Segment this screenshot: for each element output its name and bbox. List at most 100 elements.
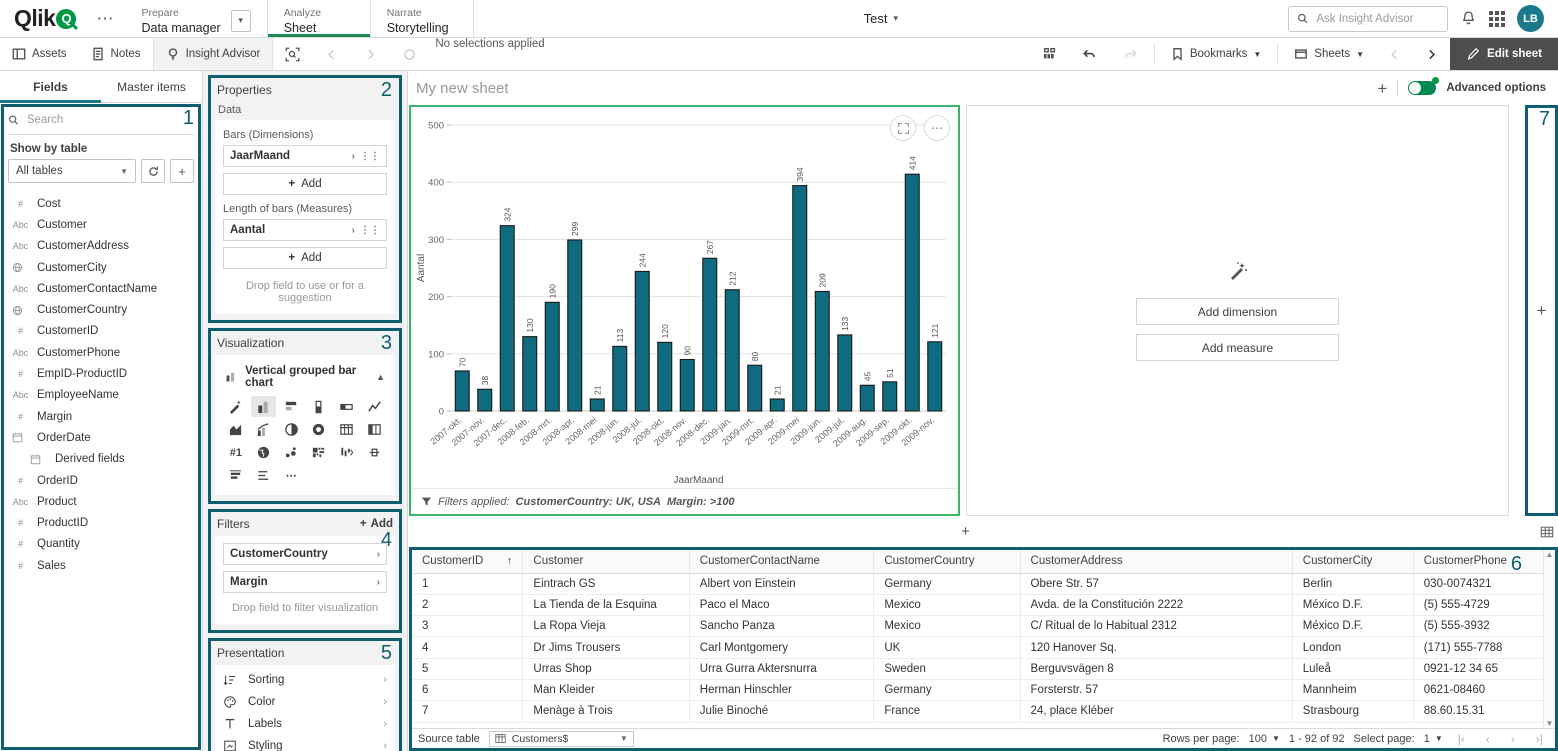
bookmarks-button[interactable]: Bookmarks ▼ <box>1159 38 1273 70</box>
field-item-orderdate[interactable]: OrderDate <box>0 427 202 448</box>
table-cell[interactable]: London <box>1292 636 1414 659</box>
field-item-sales[interactable]: # Sales <box>0 555 202 576</box>
field-item-employeename[interactable]: Abc EmployeeName <box>0 385 202 406</box>
table-cell[interactable]: Strasbourg <box>1292 700 1414 723</box>
table-cell[interactable]: 030-0074321 <box>1413 573 1555 595</box>
scroll-up-icon[interactable]: ▲ <box>1546 550 1554 559</box>
field-item-derived-fields[interactable]: Derived fields <box>0 449 202 470</box>
table-cell[interactable]: Urras Shop <box>522 658 690 680</box>
selection-back-button[interactable] <box>312 38 351 70</box>
presentation-item-color[interactable]: Color › <box>219 691 391 713</box>
advanced-options-toggle[interactable] <box>1408 77 1440 95</box>
nav-narrate[interactable]: Narrate Storytelling <box>371 0 474 37</box>
notes-button[interactable]: Notes <box>79 38 153 70</box>
chevron-up-icon[interactable]: ▲ <box>376 372 385 382</box>
field-item-customerphone[interactable]: Abc CustomerPhone <box>0 342 202 363</box>
add-dimension-button[interactable]: + Add <box>223 173 387 195</box>
add-field-button[interactable]: + <box>170 159 194 183</box>
viz-option-bullet-chart[interactable] <box>306 396 332 417</box>
table-cell[interactable]: 88.60.15.31 <box>1413 700 1555 723</box>
table-cell[interactable]: La Ropa Vieja <box>522 615 690 638</box>
table-cell[interactable]: La Tienda de la Esquina <box>522 594 690 617</box>
field-item-orderid[interactable]: # OrderID <box>0 470 202 491</box>
bar-chart-card[interactable]: 0 100 200 300 400 500 70 2007-okt. 38 2007-nov. 32… <box>409 105 960 516</box>
tab-fields[interactable]: Fields <box>0 71 101 103</box>
table-cell[interactable]: Urra Gurra Aktersnurra <box>689 658 875 680</box>
source-table-select[interactable]: Customers$ ▼ <box>488 730 634 747</box>
table-cell[interactable]: Mexico <box>873 615 1021 638</box>
viz-option-wand[interactable] <box>223 396 249 417</box>
viz-option-bar-chart-vertical[interactable] <box>250 396 277 417</box>
table-cell[interactable]: 4 <box>412 636 524 659</box>
last-page-button[interactable]: ›| <box>1530 732 1549 746</box>
table-cell[interactable]: 1 <box>412 573 524 595</box>
table-cell[interactable]: Herman Hinschler <box>689 679 875 702</box>
column-header-customerid[interactable]: CustomerID ↑ <box>412 550 524 574</box>
first-page-button[interactable]: |‹ <box>1452 732 1471 746</box>
assets-button[interactable]: Assets <box>0 38 79 70</box>
viz-option-treemap[interactable] <box>306 442 332 463</box>
field-item-product[interactable]: Abc Product <box>0 491 202 512</box>
column-header-customeraddress[interactable]: CustomerAddress <box>1020 550 1293 574</box>
bar-chart[interactable]: 0 100 200 300 400 500 70 2007-okt. 38 2007-nov. 32… <box>411 107 958 514</box>
drag-handle-icon[interactable]: ⋮⋮ <box>360 151 380 162</box>
table-cell[interactable]: C/ Ritual de lo Habitual 2312 <box>1020 615 1293 638</box>
clear-selections-button[interactable] <box>390 38 429 70</box>
table-cell[interactable]: México D.F. <box>1292 615 1414 638</box>
sheets-button[interactable]: Sheets ▼ <box>1282 38 1376 70</box>
add-column-plus-icon[interactable]: + <box>1537 301 1547 321</box>
presentation-item-styling[interactable]: Styling › <box>219 735 391 751</box>
avatar[interactable]: LB <box>1517 5 1544 32</box>
table-cell[interactable]: UK <box>873 636 1021 659</box>
measure-item[interactable]: Aantal › ⋮⋮ <box>223 219 387 241</box>
app-launcher-icon[interactable] <box>1489 10 1505 27</box>
add-measure-button[interactable]: + Add <box>223 247 387 269</box>
table-cell[interactable]: Avda. de la Constitución 2222 <box>1020 594 1293 617</box>
table-cell[interactable]: Luleå <box>1292 658 1414 680</box>
column-header-customerphone[interactable]: CustomerPhone <box>1413 550 1555 574</box>
table-row[interactable]: 1 Eintrach GS Albert von Einstein Germany Ob… <box>412 573 1555 595</box>
viz-option-pie-chart[interactable] <box>278 419 304 440</box>
table-cell[interactable]: 7 <box>412 700 524 723</box>
selected-visualization[interactable]: Vertical grouped bar chart ▲ <box>223 362 387 396</box>
table-row[interactable]: 4 Dr Jims Trousers Carl Montgomery UK 120 Ha… <box>412 636 1555 659</box>
fields-search-input[interactable] <box>24 113 194 127</box>
table-cell[interactable]: 24, place Kléber <box>1020 700 1293 723</box>
column-header-customer[interactable]: Customer <box>522 550 690 574</box>
chevron-down-icon[interactable]: ▼ <box>1356 50 1364 59</box>
table-cell[interactable]: Germany <box>873 573 1021 595</box>
viz-option-donut-chart[interactable] <box>306 419 332 440</box>
viz-option-combo-chart[interactable] <box>251 419 277 440</box>
insight-advisor-search[interactable] <box>1288 5 1448 32</box>
viz-option-box-plot[interactable] <box>223 465 249 486</box>
table-cell[interactable]: 2 <box>412 594 524 617</box>
table-cell[interactable]: México D.F. <box>1292 594 1414 617</box>
chevron-right-icon[interactable]: › <box>352 225 355 236</box>
table-cell[interactable]: Mexico <box>873 594 1021 617</box>
add-measure-placeholder-button[interactable]: Add measure <box>1136 334 1339 361</box>
table-cell[interactable]: Carl Montgomery <box>689 636 875 659</box>
field-item-customercontactname[interactable]: Abc CustomerContactName <box>0 278 202 299</box>
field-item-customercountry[interactable]: CustomerCountry <box>0 299 202 320</box>
table-cell[interactable]: Julie Binoché <box>689 700 875 723</box>
table-cell[interactable]: (171) 555-7788 <box>1413 636 1555 659</box>
table-row[interactable]: 7 Menàge à Trois Julie Binoché France 24, pl… <box>412 700 1555 723</box>
field-item-cost[interactable]: # Cost <box>0 193 202 214</box>
selection-search-button[interactable] <box>273 38 312 70</box>
viz-option-line-chart[interactable] <box>361 396 387 417</box>
viz-option-scatter-plot[interactable] <box>278 442 304 463</box>
add-chart-button[interactable]: + <box>1377 80 1387 97</box>
filter-item-margin[interactable]: Margin › <box>223 571 387 593</box>
table-cell[interactable]: Sweden <box>873 658 1021 680</box>
table-view-icon[interactable] <box>1540 525 1554 539</box>
column-header-customercountry[interactable]: CustomerCountry <box>873 550 1021 574</box>
field-item-customercity[interactable]: CustomerCity <box>0 257 202 278</box>
table-row[interactable]: 6 Man Kleider Herman Hinschler Germany Forst… <box>412 679 1555 702</box>
scroll-down-icon[interactable]: ▼ <box>1546 719 1554 728</box>
refresh-fields-button[interactable] <box>141 159 165 183</box>
viz-option-kpi-bar[interactable] <box>334 396 360 417</box>
column-header-customercity[interactable]: CustomerCity <box>1292 550 1414 574</box>
field-item-customer[interactable]: Abc Customer <box>0 214 202 235</box>
field-item-margin[interactable]: # Margin <box>0 406 202 427</box>
table-row[interactable]: 5 Urras Shop Urra Gurra Aktersnurra Sweden B… <box>412 658 1555 680</box>
